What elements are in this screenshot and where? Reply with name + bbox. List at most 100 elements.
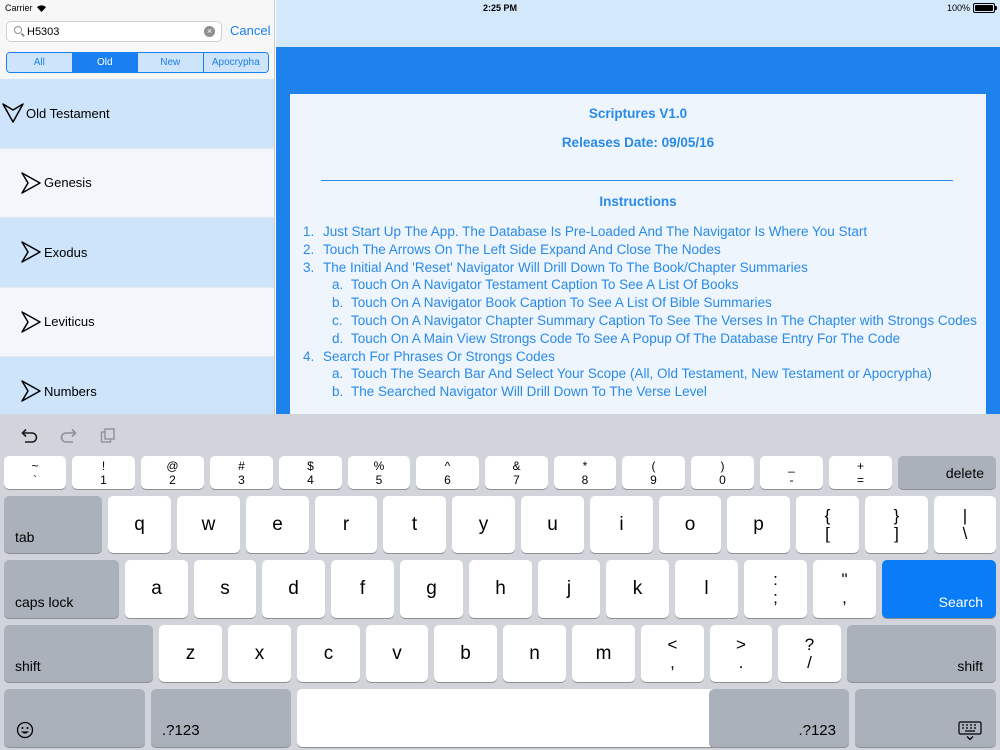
key-colon[interactable]: :;: [744, 560, 807, 618]
key-backslash[interactable]: | \: [934, 496, 996, 553]
key-1[interactable]: ! 1: [72, 456, 135, 489]
key-top: &: [512, 458, 521, 473]
caps-lock-key[interactable]: caps lock: [4, 560, 119, 618]
search-key[interactable]: Search: [882, 560, 996, 618]
list-text: Touch The Search Bar And Select Your Sco…: [351, 366, 932, 382]
content-card: Scriptures V1.0 Releases Date: 09/05/16 …: [290, 94, 986, 414]
instructions-list: 1. Just Start Up The App. The Database Is…: [303, 223, 983, 401]
emoji-key[interactable]: [4, 689, 145, 747]
clear-icon[interactable]: ×: [204, 26, 215, 37]
key-f[interactable]: f: [331, 560, 394, 618]
shift-key-left[interactable]: shift: [4, 625, 153, 682]
list-marker: b.: [332, 295, 344, 311]
search-bar[interactable]: ×: [6, 21, 222, 42]
key-j[interactable]: j: [538, 560, 600, 618]
key-minus[interactable]: _ -: [760, 456, 823, 489]
key-s[interactable]: s: [194, 560, 256, 618]
scope-new[interactable]: New: [138, 53, 204, 72]
key-6[interactable]: ^ 6: [416, 456, 479, 489]
key-x[interactable]: x: [228, 625, 291, 682]
key-5[interactable]: % 5: [348, 456, 410, 489]
key-d[interactable]: d: [262, 560, 325, 618]
scope-old[interactable]: Old: [72, 53, 138, 72]
key-top: #: [238, 458, 245, 473]
key-bottom: [: [825, 523, 830, 543]
key-equals[interactable]: + =: [829, 456, 892, 489]
key-top: ?: [804, 634, 815, 654]
key-question[interactable]: ? /: [778, 625, 841, 682]
key-u[interactable]: u: [521, 496, 584, 553]
key-8[interactable]: * 8: [554, 456, 616, 489]
tab-key[interactable]: tab: [4, 496, 102, 553]
list-marker: c.: [332, 312, 343, 328]
key-y[interactable]: y: [452, 496, 515, 553]
list-marker: 1.: [303, 224, 315, 239]
numbers-key-right[interactable]: .?123: [709, 689, 849, 747]
key-tilde[interactable]: ~ `: [4, 456, 66, 489]
redo-icon[interactable]: [60, 428, 78, 444]
navigator-item-old-testament[interactable]: Old Testament: [0, 79, 274, 149]
navigator-item-leviticus[interactable]: Leviticus: [0, 287, 274, 357]
key-h[interactable]: h: [469, 560, 532, 618]
collapsed-arrow-icon[interactable]: [20, 311, 42, 333]
key-top: :: [773, 570, 778, 589]
key-bottom: \: [962, 523, 968, 543]
list-item: b. Touch On A Navigator Book Caption To S…: [303, 294, 983, 312]
key-quote[interactable]: ",: [813, 560, 876, 618]
key-bottom: =: [856, 472, 864, 487]
list-item: d. Touch On A Main View Strongs Code To S…: [303, 330, 983, 348]
undo-icon[interactable]: [20, 428, 38, 444]
key-9[interactable]: (9: [622, 456, 685, 489]
key-0[interactable]: ) 0: [691, 456, 754, 489]
paste-icon[interactable]: [100, 428, 116, 444]
key-a[interactable]: a: [125, 560, 188, 618]
key-m[interactable]: m: [572, 625, 635, 682]
search-input[interactable]: [27, 23, 205, 40]
collapsed-arrow-icon[interactable]: [20, 172, 42, 194]
key-v[interactable]: v: [366, 625, 428, 682]
key-o[interactable]: o: [659, 496, 721, 553]
key-greater-than[interactable]: >.: [710, 625, 772, 682]
key-bottom: ,: [842, 588, 847, 607]
key-less-than[interactable]: <,: [641, 625, 704, 682]
key-bracket-right[interactable]: }]: [865, 496, 928, 553]
key-q[interactable]: q: [108, 496, 171, 553]
scope-all[interactable]: All: [7, 53, 73, 72]
key-4[interactable]: $4: [279, 456, 342, 489]
navigator-item-exodus[interactable]: Exodus: [0, 218, 274, 288]
key-bracket-left[interactable]: {[: [796, 496, 859, 553]
key-top: |: [962, 505, 968, 525]
key-2[interactable]: @2: [141, 456, 204, 489]
delete-key[interactable]: delete: [898, 456, 996, 489]
key-z[interactable]: z: [159, 625, 222, 682]
numbers-key-left[interactable]: .?123: [151, 689, 291, 747]
collapsed-arrow-icon[interactable]: [20, 241, 42, 263]
list-marker: 4.: [303, 348, 315, 364]
key-c[interactable]: c: [297, 625, 360, 682]
navigator-item-numbers[interactable]: Numbers: [0, 357, 274, 414]
list-text: Search For Phrases Or Strongs Codes: [323, 348, 555, 364]
expanded-arrow-icon[interactable]: [2, 102, 24, 124]
key-l[interactable]: l: [675, 560, 738, 618]
key-p[interactable]: p: [727, 496, 790, 553]
key-7[interactable]: & 7: [485, 456, 548, 489]
shift-key-right[interactable]: shift: [847, 625, 996, 682]
cancel-button[interactable]: Cancel: [230, 23, 270, 38]
key-i[interactable]: i: [590, 496, 653, 553]
key-3[interactable]: #3: [210, 456, 273, 489]
keyboard-dismiss-key[interactable]: [855, 689, 996, 747]
key-w[interactable]: w: [177, 496, 240, 553]
key-g[interactable]: g: [400, 560, 463, 618]
key-e[interactable]: e: [246, 496, 309, 553]
key-r[interactable]: r: [315, 496, 377, 553]
scope-apocrypha[interactable]: Apocrypha: [203, 53, 268, 72]
key-top: ): [720, 458, 725, 473]
key-t[interactable]: t: [383, 496, 446, 553]
key-n[interactable]: n: [503, 625, 566, 682]
list-text: Touch On A Navigator Book Caption To See…: [351, 295, 772, 311]
battery-icon: [973, 3, 997, 13]
key-k[interactable]: k: [606, 560, 669, 618]
collapsed-arrow-icon[interactable]: [20, 380, 42, 402]
navigator-item-genesis[interactable]: Genesis: [0, 148, 274, 218]
key-b[interactable]: b: [434, 625, 497, 682]
